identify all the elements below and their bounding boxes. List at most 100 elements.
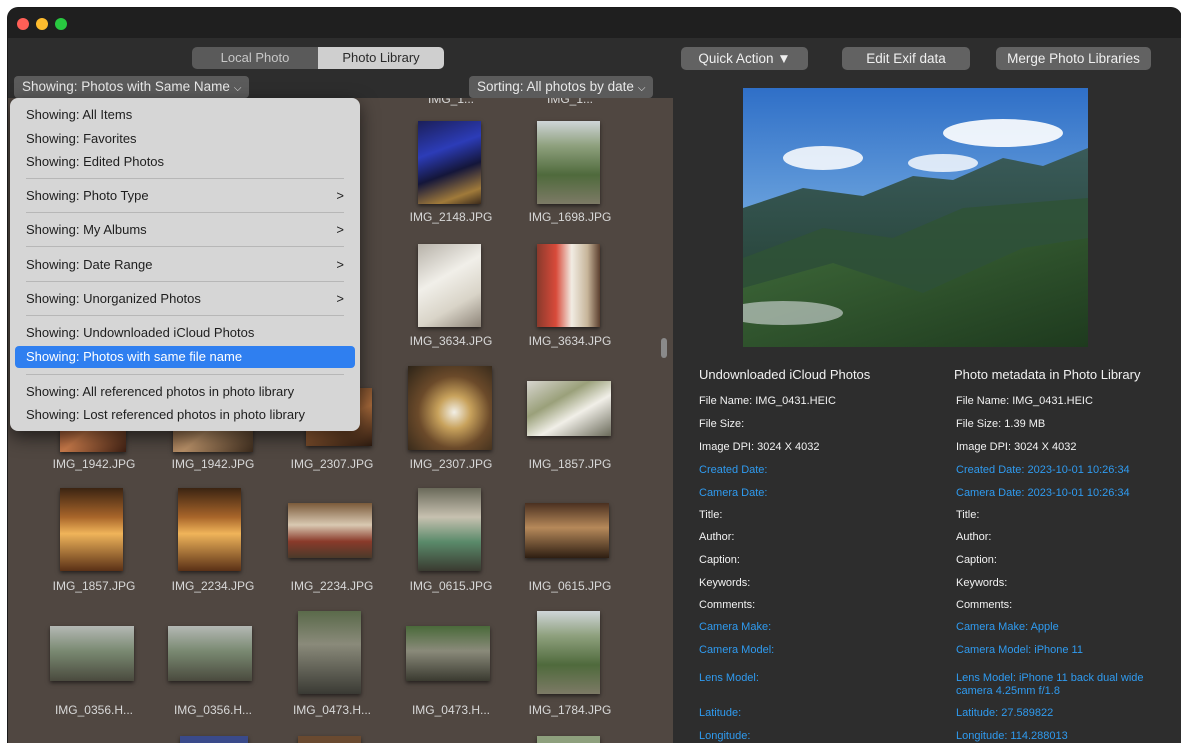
photo-thumbnail[interactable] bbox=[537, 736, 600, 743]
menu-item-unorganized-photos[interactable]: Showing: Unorganized Photos > bbox=[26, 289, 344, 309]
chevron-right-icon: > bbox=[336, 222, 344, 237]
photo-caption: IMG_0473.H... bbox=[411, 703, 491, 717]
metadata-lens-model: Lens Model: iPhone 11 back dual wide bbox=[956, 672, 1144, 684]
photo-caption: IMG_1942.JPG bbox=[171, 457, 255, 471]
chevron-down-icon: ⌵ bbox=[233, 83, 242, 94]
menu-separator bbox=[26, 374, 344, 375]
menu-item-date-range[interactable]: Showing: Date Range > bbox=[26, 255, 344, 275]
metadata-latitude: Latitude: bbox=[699, 707, 742, 719]
photo-caption: IMG_0356.H... bbox=[54, 703, 134, 717]
merge-libraries-button[interactable]: Merge Photo Libraries bbox=[996, 47, 1151, 70]
title-bar bbox=[8, 8, 1181, 38]
showing-filter-menu: Showing: All Items Showing: Favorites Sh… bbox=[10, 98, 360, 431]
metadata-title: Title: bbox=[699, 509, 723, 521]
metadata-caption: Caption: bbox=[699, 554, 740, 566]
photo-thumbnail[interactable] bbox=[406, 626, 490, 681]
showing-filter-dropdown[interactable]: Showing: Photos with Same Name ⌵ bbox=[14, 76, 250, 98]
sorting-dropdown[interactable]: Sorting: All photos by date ⌵ bbox=[469, 76, 654, 98]
sorting-label: Sorting: All photos by date bbox=[477, 79, 634, 94]
metadata-keywords: Keywords: bbox=[956, 577, 1008, 589]
menu-separator bbox=[26, 178, 344, 179]
photo-thumbnail[interactable] bbox=[60, 488, 123, 571]
minimize-window-button[interactable] bbox=[36, 18, 48, 30]
photo-thumbnail[interactable] bbox=[180, 736, 248, 743]
app-window: Local Photo Photo Library Quick Action ▼… bbox=[8, 8, 1181, 743]
photo-caption: IMG_1... bbox=[427, 98, 474, 106]
photo-thumbnail[interactable] bbox=[537, 611, 600, 694]
photo-thumbnail[interactable] bbox=[50, 626, 134, 681]
photo-thumbnail[interactable] bbox=[418, 244, 481, 327]
photo-thumbnail[interactable] bbox=[298, 611, 361, 694]
chevron-right-icon: > bbox=[336, 188, 344, 203]
metadata-camera-model: Camera Model: bbox=[699, 644, 775, 656]
photo-thumbnail[interactable] bbox=[288, 503, 372, 558]
mountain-photo bbox=[743, 88, 1088, 347]
photo-thumbnail[interactable] bbox=[418, 488, 481, 571]
metadata-image-dpi: Image DPI: 3024 X 4032 bbox=[699, 441, 820, 453]
photo-thumbnail[interactable] bbox=[168, 626, 252, 681]
photo-caption: IMG_0356.H... bbox=[173, 703, 253, 717]
menu-item-all-referenced[interactable]: Showing: All referenced photos in photo … bbox=[26, 382, 344, 402]
metadata-comments: Comments: bbox=[956, 599, 1013, 611]
metadata-created-date: Created Date: bbox=[699, 464, 768, 476]
metadata-camera-make: Camera Make: Apple bbox=[956, 621, 1059, 633]
menu-item-my-albums[interactable]: Showing: My Albums > bbox=[26, 220, 344, 240]
edit-exif-button[interactable]: Edit Exif data bbox=[842, 47, 970, 70]
metadata-camera-date: Camera Date: bbox=[699, 487, 768, 499]
chevron-right-icon: > bbox=[336, 257, 344, 272]
menu-item-favorites[interactable]: Showing: Favorites bbox=[26, 129, 344, 149]
photo-preview bbox=[743, 88, 1088, 347]
close-window-button[interactable] bbox=[17, 18, 29, 30]
metadata-camera-make: Camera Make: bbox=[699, 621, 772, 633]
metadata-author: Author: bbox=[699, 531, 735, 543]
photo-caption: IMG_2234.JPG bbox=[171, 579, 255, 593]
metadata-lens-model-cont: camera 4.25mm f/1.8 bbox=[956, 685, 1060, 697]
photo-thumbnail[interactable] bbox=[527, 381, 611, 436]
photo-thumbnail[interactable] bbox=[418, 121, 481, 204]
menu-separator bbox=[26, 281, 344, 282]
metadata-caption: Caption: bbox=[956, 554, 997, 566]
right-column-title: Photo metadata in Photo Library bbox=[954, 367, 1141, 382]
menu-separator bbox=[26, 212, 344, 213]
grid-scrollbar[interactable] bbox=[661, 338, 667, 358]
photo-thumbnail[interactable] bbox=[408, 366, 492, 450]
chevron-down-icon: ⌵ bbox=[637, 83, 646, 94]
left-column-title: Undownloaded iCloud Photos bbox=[699, 367, 871, 382]
metadata-file-name: File Name: IMG_0431.HEIC bbox=[699, 395, 836, 407]
tab-local-photo[interactable]: Local Photo bbox=[192, 47, 318, 69]
photo-caption: IMG_1698.JPG bbox=[528, 210, 612, 224]
photo-thumbnail[interactable] bbox=[525, 503, 609, 558]
photo-caption: IMG_1857.JPG bbox=[528, 457, 612, 471]
metadata-keywords: Keywords: bbox=[699, 577, 751, 589]
photo-caption: IMG_1784.JPG bbox=[528, 703, 612, 717]
chevron-right-icon: > bbox=[336, 291, 344, 306]
metadata-lens-model: Lens Model: bbox=[699, 672, 759, 684]
menu-separator bbox=[26, 315, 344, 316]
photo-caption: IMG_2234.JPG bbox=[290, 579, 374, 593]
photo-thumbnail[interactable] bbox=[537, 244, 600, 327]
zoom-window-button[interactable] bbox=[55, 18, 67, 30]
menu-item-edited-photos[interactable]: Showing: Edited Photos bbox=[26, 152, 344, 172]
metadata-image-dpi: Image DPI: 3024 X 4032 bbox=[956, 441, 1077, 453]
photo-caption: IMG_0615.JPG bbox=[528, 579, 612, 593]
menu-separator bbox=[26, 246, 344, 247]
menu-item-lost-referenced[interactable]: Showing: Lost referenced photos in photo… bbox=[26, 405, 344, 425]
menu-item-undownloaded-icloud[interactable]: Showing: Undownloaded iCloud Photos bbox=[26, 323, 344, 343]
menu-item-all-items[interactable]: Showing: All Items bbox=[26, 105, 344, 125]
metadata-author: Author: bbox=[956, 531, 992, 543]
metadata-file-size: File Size: bbox=[699, 418, 745, 430]
menu-item-same-file-name[interactable]: Showing: Photos with same file name bbox=[15, 346, 355, 368]
photo-caption: IMG_0473.H... bbox=[292, 703, 372, 717]
metadata-latitude: Latitude: 27.589822 bbox=[956, 707, 1054, 719]
metadata-title: Title: bbox=[956, 509, 980, 521]
photo-thumbnail[interactable] bbox=[537, 121, 600, 204]
menu-item-photo-type[interactable]: Showing: Photo Type > bbox=[26, 186, 344, 206]
metadata-created-date: Created Date: 2023-10-01 10:26:34 bbox=[956, 464, 1130, 476]
quick-action-button[interactable]: Quick Action ▼ bbox=[681, 47, 808, 70]
photo-thumbnail[interactable] bbox=[298, 736, 361, 743]
photo-caption: IMG_2148.JPG bbox=[409, 210, 493, 224]
tab-photo-library[interactable]: Photo Library bbox=[318, 47, 444, 69]
photo-info-panel: Undownloaded iCloud Photos Photo metadat… bbox=[673, 68, 1181, 743]
photo-thumbnail[interactable] bbox=[178, 488, 241, 571]
metadata-camera-model: Camera Model: iPhone 11 bbox=[956, 644, 1083, 656]
